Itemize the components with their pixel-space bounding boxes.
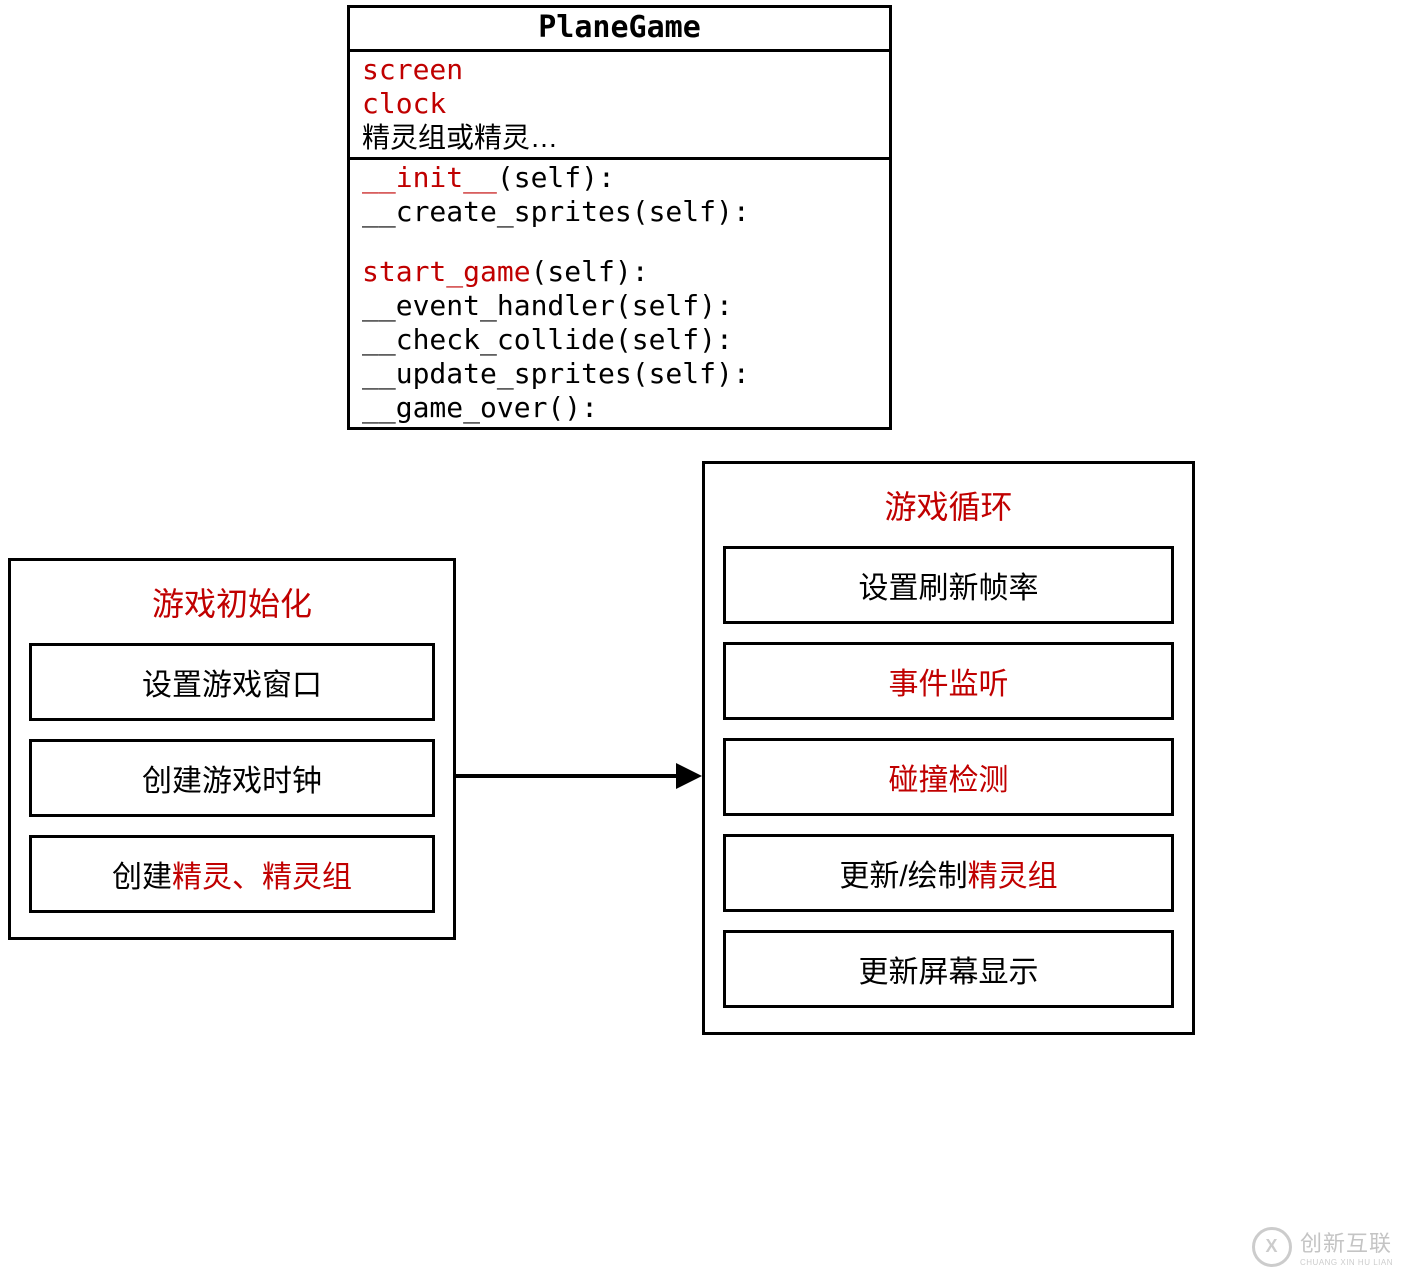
uml-method-row: __event_handler(self): [362,289,877,323]
init-panel: 游戏初始化 设置游戏窗口 创建游戏时钟 创建精灵、精灵组 [8,558,456,940]
loop-panel-title: 游戏循环 [723,482,1174,528]
loop-step: 更新/绘制精灵组 [723,834,1174,912]
uml-methods-spacer [362,229,877,255]
init-panel-title: 游戏初始化 [29,579,435,625]
uml-class-name: PlaneGame [350,8,889,52]
flow-arrow [456,774,702,778]
loop-step: 事件监听 [723,642,1174,720]
uml-method-row: __init__(self): [362,161,877,195]
uml-attr-row: 精灵组或精灵… [362,121,877,155]
loop-step: 碰撞检测 [723,738,1174,816]
uml-method-row: start_game(self): [362,255,877,289]
watermark-logo-icon: X [1252,1227,1292,1267]
loop-step: 设置刷新帧率 [723,546,1174,624]
init-step: 创建精灵、精灵组 [29,835,435,913]
uml-method-row: __create_sprites(self): [362,195,877,229]
uml-attr-row: clock [362,87,877,121]
uml-method-row: __game_over(): [362,391,877,425]
uml-attributes-section: screen clock 精灵组或精灵… [350,52,889,160]
uml-attr-row: screen [362,53,877,87]
arrow-line [456,774,680,778]
init-step: 设置游戏窗口 [29,643,435,721]
init-step: 创建游戏时钟 [29,739,435,817]
loop-step: 更新屏幕显示 [723,930,1174,1008]
uml-method-row: __check_collide(self): [362,323,877,357]
arrow-head-icon [676,763,702,789]
loop-panel: 游戏循环 设置刷新帧率 事件监听 碰撞检测 更新/绘制精灵组 更新屏幕显示 [702,461,1195,1035]
uml-method-row: __update_sprites(self): [362,357,877,391]
watermark-text-wrap: 创新互联 CHUANG XIN HU LIAN [1300,1226,1393,1267]
watermark-main: 创新互联 [1300,1231,1392,1256]
watermark: X 创新互联 CHUANG XIN HU LIAN [1252,1226,1393,1267]
uml-methods-section: __init__(self): __create_sprites(self): … [350,160,889,427]
uml-class-box: PlaneGame screen clock 精灵组或精灵… __init__(… [347,5,892,430]
watermark-sub: CHUANG XIN HU LIAN [1300,1258,1393,1267]
